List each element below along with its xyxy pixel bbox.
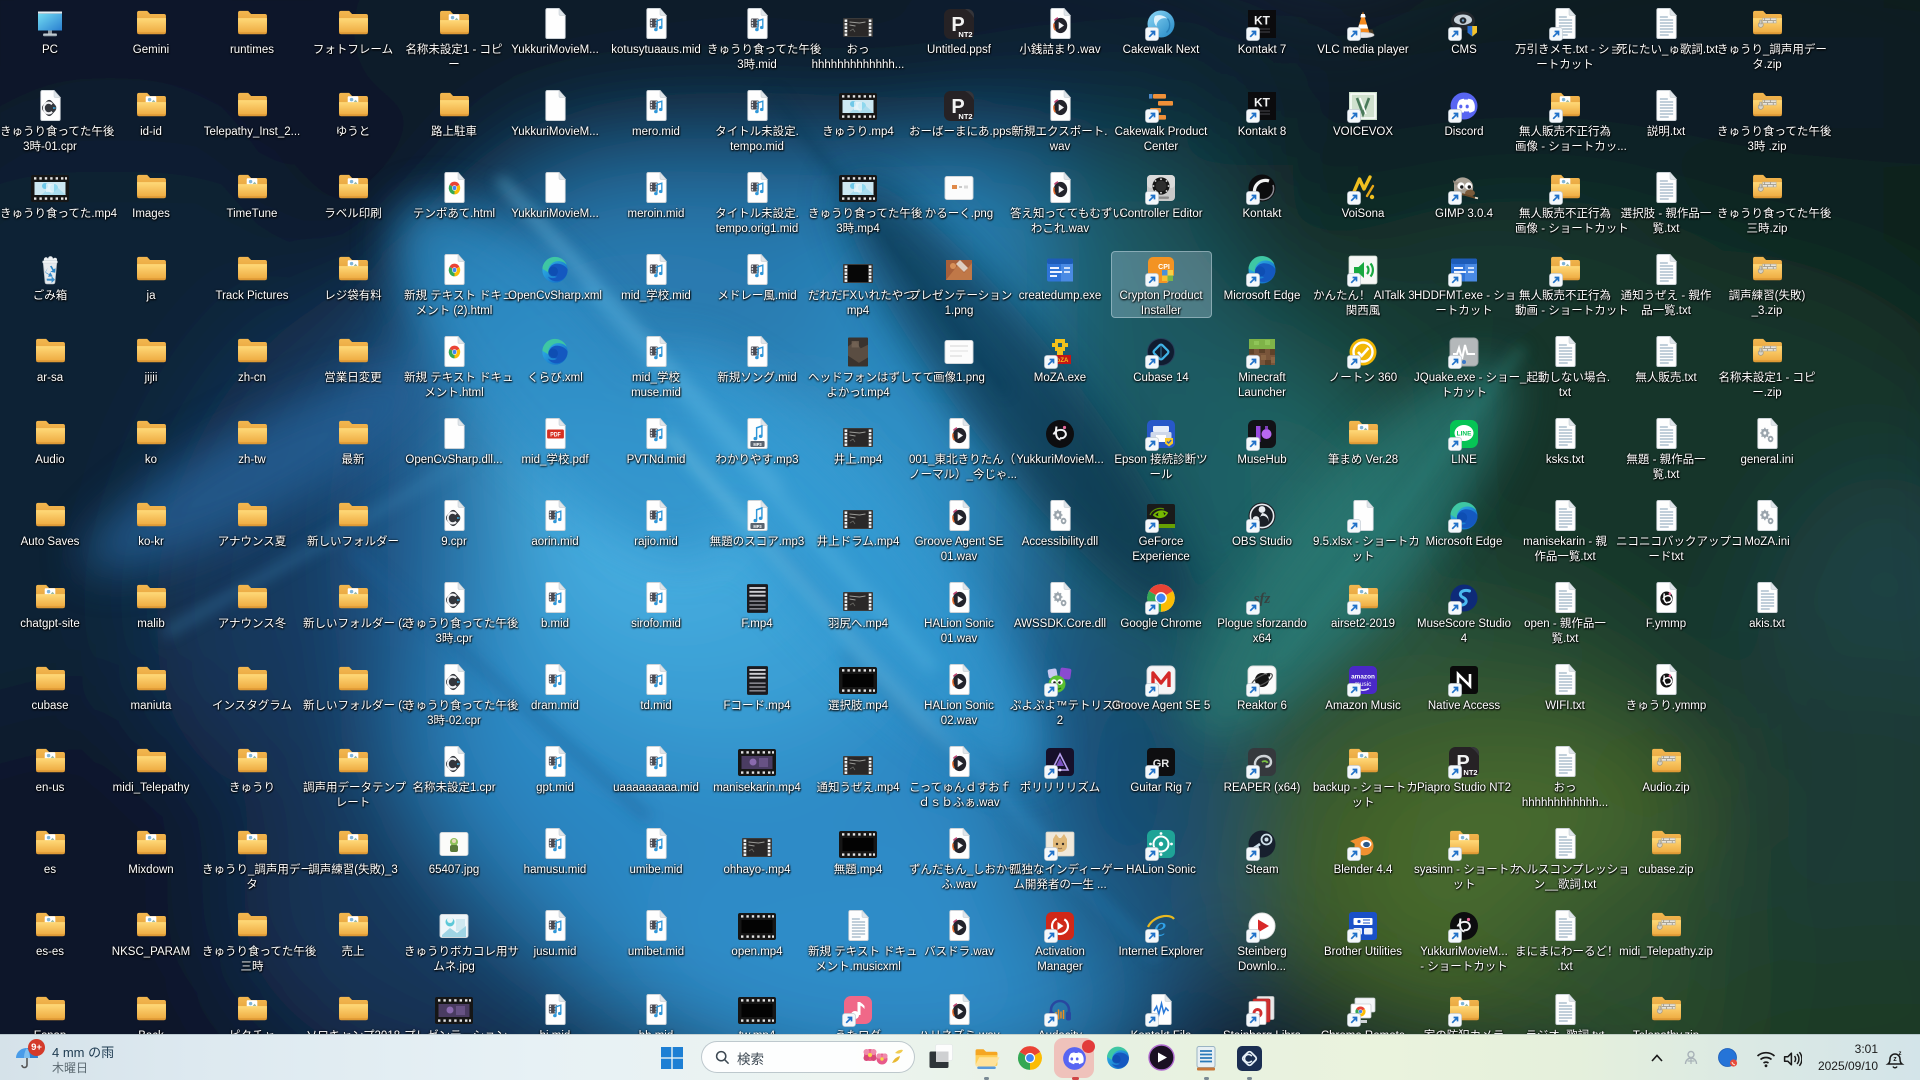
svg-text:z: z	[1893, 1056, 1897, 1063]
svg-text:z: z	[1899, 1051, 1902, 1057]
